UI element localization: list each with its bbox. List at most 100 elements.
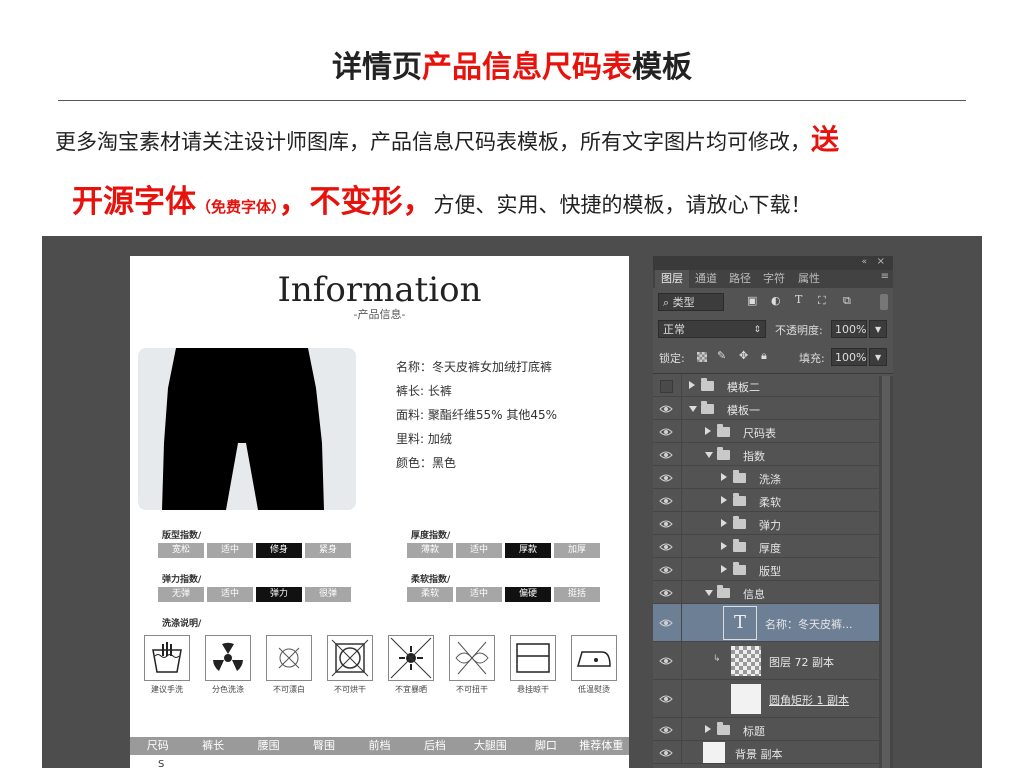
- layer-filter-select[interactable]: ⌕ 类型: [658, 293, 724, 311]
- chevron-right-icon[interactable]: [721, 542, 727, 550]
- eye-icon[interactable]: [659, 564, 673, 576]
- layer-scrollbar[interactable]: [879, 376, 893, 768]
- filter-toggle[interactable]: [880, 294, 888, 310]
- eye-icon[interactable]: [659, 403, 673, 415]
- index-option[interactable]: 紧身: [305, 543, 351, 558]
- fill-dropdown-icon[interactable]: ▼: [869, 348, 887, 366]
- layer-name[interactable]: 信息: [743, 586, 765, 602]
- layer-row[interactable]: 柔软: [653, 489, 879, 512]
- layer-row[interactable]: 指数: [653, 443, 879, 466]
- eye-icon[interactable]: [659, 472, 673, 484]
- layer-name[interactable]: 模板二: [727, 379, 760, 395]
- layer-row[interactable]: 圆角矩形 1 副本: [653, 680, 879, 718]
- eye-icon[interactable]: [659, 587, 673, 599]
- layer-row[interactable]: 洗涤: [653, 466, 879, 489]
- layer-row[interactable]: 尺码表: [653, 420, 879, 443]
- index-option[interactable]: 薄款: [407, 543, 453, 558]
- filter-pixel-icon[interactable]: ▣: [747, 294, 757, 307]
- index-option[interactable]: 宽松: [158, 543, 204, 558]
- lock-transparent-icon[interactable]: [697, 352, 707, 362]
- index-option[interactable]: 柔软: [407, 587, 453, 602]
- layer-row[interactable]: ↳ 图层 72 副本: [653, 642, 879, 680]
- eye-icon[interactable]: [659, 541, 673, 553]
- index-option[interactable]: 厚款: [505, 543, 551, 558]
- chevron-down-icon[interactable]: [705, 452, 713, 458]
- panel-tab[interactable]: 字符: [757, 270, 791, 288]
- layer-name[interactable]: 柔软: [759, 494, 781, 510]
- filter-shape-icon[interactable]: ⛶: [818, 294, 826, 308]
- lock-move-icon[interactable]: ✥: [739, 349, 748, 362]
- index-option[interactable]: 适中: [207, 587, 253, 602]
- layer-row[interactable]: 弹力: [653, 512, 879, 535]
- layer-row[interactable]: 版型: [653, 558, 879, 581]
- layer-name[interactable]: 厚度: [759, 540, 781, 556]
- layer-row[interactable]: 背景 副本: [653, 741, 879, 764]
- layer-row[interactable]: 标题: [653, 718, 879, 741]
- layer-name[interactable]: 指数: [743, 448, 765, 464]
- index-option[interactable]: 适中: [456, 587, 502, 602]
- eye-icon[interactable]: [659, 426, 673, 438]
- layer-name[interactable]: 背景 副本: [735, 746, 783, 762]
- layer-row[interactable]: 模板一: [653, 397, 879, 420]
- eye-icon[interactable]: [659, 495, 673, 507]
- panel-tab[interactable]: 通道: [689, 270, 723, 288]
- eye-icon[interactable]: [659, 518, 673, 530]
- chevron-right-icon[interactable]: [705, 427, 711, 435]
- filter-smart-icon[interactable]: ⧉: [843, 294, 851, 308]
- layer-row[interactable]: 模板二: [653, 374, 879, 397]
- lock-all-icon[interactable]: 🔒︎: [761, 349, 767, 363]
- layer-row[interactable]: 厚度: [653, 535, 879, 558]
- eye-icon[interactable]: [659, 655, 673, 667]
- layer-name[interactable]: 标题: [743, 723, 765, 739]
- fill-input[interactable]: 100%: [831, 348, 867, 366]
- opacity-dropdown-icon[interactable]: ▼: [869, 320, 887, 338]
- layer-name[interactable]: 名称：冬天皮裤...: [765, 616, 853, 632]
- index-option[interactable]: 弹力: [256, 587, 302, 602]
- index-option[interactable]: 无弹: [158, 587, 204, 602]
- panel-menu-icon[interactable]: ≡: [881, 271, 889, 282]
- panel-tab[interactable]: 属性: [791, 270, 827, 288]
- panel-tab[interactable]: 图层: [655, 270, 689, 288]
- product-image: [138, 348, 356, 510]
- index-option[interactable]: 适中: [456, 543, 502, 558]
- index-option[interactable]: 加厚: [554, 543, 600, 558]
- blend-mode-select[interactable]: 正常 ⇕: [658, 320, 766, 338]
- lock-paint-icon[interactable]: ✎: [717, 349, 726, 362]
- layer-name[interactable]: 尺码表: [743, 425, 776, 441]
- layer-name[interactable]: 模板一: [727, 402, 760, 418]
- layer-name[interactable]: 图层 72 副本: [769, 654, 834, 670]
- index-option[interactable]: 偏硬: [505, 587, 551, 602]
- chevron-right-icon[interactable]: [721, 565, 727, 573]
- eye-icon[interactable]: [659, 747, 673, 759]
- opacity-input[interactable]: 100%: [831, 320, 867, 338]
- eye-icon[interactable]: [659, 617, 673, 629]
- chevron-right-icon[interactable]: [721, 519, 727, 527]
- chevron-right-icon[interactable]: [721, 496, 727, 504]
- visibility-toggle[interactable]: [660, 379, 673, 393]
- index-option[interactable]: 挺括: [554, 587, 600, 602]
- filter-adjust-icon[interactable]: ◐: [771, 294, 781, 307]
- document-canvas[interactable]: Information -产品信息- 名称：冬天皮裤女加绒打底裤 裤长: 长裤 面料…: [130, 256, 629, 768]
- layer-row[interactable]: 信息: [653, 581, 879, 604]
- index-option[interactable]: 适中: [207, 543, 253, 558]
- chevron-right-icon[interactable]: [721, 473, 727, 481]
- layer-name[interactable]: 圆角矩形 1 副本: [769, 692, 849, 708]
- layer-row[interactable]: T 名称：冬天皮裤...: [653, 604, 879, 642]
- eye-icon[interactable]: [659, 693, 673, 705]
- eye-icon[interactable]: [659, 449, 673, 461]
- layer-name[interactable]: 版型: [759, 563, 781, 579]
- filter-text-icon[interactable]: T: [795, 293, 802, 306]
- close-icon[interactable]: ×: [877, 256, 885, 267]
- chevron-right-icon[interactable]: [705, 725, 711, 733]
- layer-name[interactable]: 洗涤: [759, 471, 781, 487]
- index-option[interactable]: 修身: [256, 543, 302, 558]
- panel-tab[interactable]: 路径: [723, 270, 757, 288]
- layers-panel[interactable]: « × 图层 通道 路径 字符 属性 ≡ ⌕ 类型 ▣ ◐ T ⛶ ⧉ 正常 ⇕ 不透明度…: [653, 256, 893, 768]
- index-option[interactable]: 很弹: [305, 587, 351, 602]
- collapse-icon[interactable]: «: [861, 257, 867, 267]
- chevron-right-icon[interactable]: [689, 381, 695, 389]
- eye-icon[interactable]: [659, 724, 673, 736]
- chevron-down-icon[interactable]: [705, 590, 713, 596]
- chevron-down-icon[interactable]: [689, 406, 697, 412]
- layer-name[interactable]: 弹力: [759, 517, 781, 533]
